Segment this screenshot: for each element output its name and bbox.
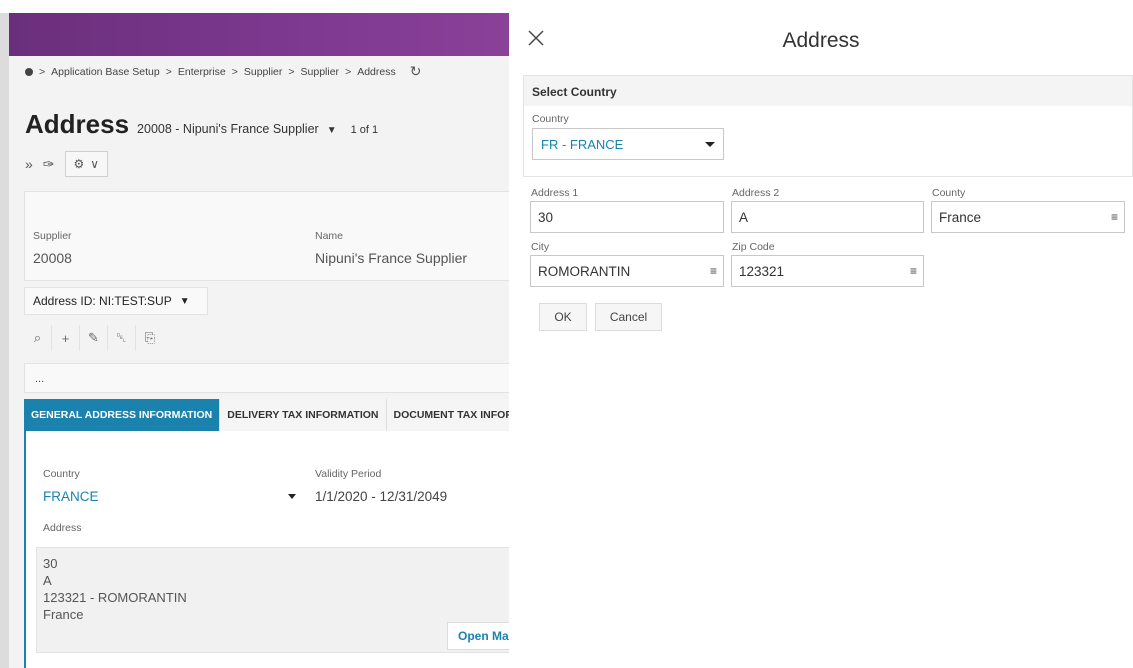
address-dialog: Address Select Country Country FR - FRAN…: [509, 13, 1133, 668]
country-label: Country: [43, 468, 80, 480]
zip-code-label: Zip Code: [732, 241, 775, 253]
breadcrumb-item[interactable]: Supplier: [244, 66, 283, 78]
county-label: County: [932, 187, 966, 199]
country-dropdown-value: FR - FRANCE: [541, 136, 624, 152]
home-icon[interactable]: [25, 67, 33, 76]
app-header-bar: [9, 13, 509, 56]
address-id-label: Address ID: NI:TEST:SUP: [33, 294, 172, 308]
tab-document-tax-information[interactable]: DOCUMENT TAX INFORMAT: [386, 399, 509, 431]
breadcrumb-item[interactable]: Enterprise: [178, 66, 226, 78]
add-icon[interactable]: +: [52, 325, 80, 351]
ok-button[interactable]: OK: [539, 303, 587, 331]
chevron-down-icon[interactable]: [288, 494, 296, 499]
address-line: France: [43, 607, 84, 622]
name-value: Nipuni's France Supplier: [315, 250, 468, 266]
chevron-down-icon: [705, 141, 715, 147]
lov-icon[interactable]: ≡: [1111, 210, 1118, 224]
left-edge-strip: [0, 13, 9, 668]
county-value: France: [939, 209, 982, 225]
country-label: Country: [532, 113, 569, 125]
address2-value: A: [739, 209, 749, 225]
delete-icon[interactable]: ␡: [108, 325, 136, 351]
tab-delivery-tax-information[interactable]: DELIVERY TAX INFORMATION: [220, 399, 387, 431]
select-country-header: Select Country: [524, 76, 1132, 106]
address-line: 123321 - ROMORANTIN: [43, 590, 187, 605]
address-id-selector[interactable]: Address ID: NI:TEST:SUP ▼: [24, 287, 208, 315]
breadcrumb-item[interactable]: Supplier: [301, 66, 340, 78]
tab-general-address-information[interactable]: GENERAL ADDRESS INFORMATION: [24, 399, 221, 431]
name-label: Name: [315, 230, 344, 242]
search-icon[interactable]: ⌕: [24, 325, 52, 351]
page-title-row: Address 20008 - Nipuni's France Supplier…: [25, 109, 378, 140]
validity-period-label: Validity Period: [315, 468, 382, 480]
refresh-icon[interactable]: ↻: [410, 63, 422, 80]
county-field[interactable]: France ≡: [931, 201, 1125, 233]
attachment-icon[interactable]: ✑: [43, 156, 55, 173]
more-bar[interactable]: ...: [24, 363, 509, 393]
actions-icon: ⚙: [73, 157, 85, 171]
lov-icon[interactable]: ≡: [910, 264, 917, 278]
address1-field[interactable]: 30: [530, 201, 724, 233]
supplier-label: Supplier: [33, 230, 72, 242]
tab-content: Country FRANCE Validity Period 1/1/2020 …: [24, 431, 509, 668]
breadcrumb-item[interactable]: Application Base Setup: [51, 66, 160, 78]
more-dots: ...: [35, 373, 45, 385]
breadcrumb: > Application Base Setup > Enterprise > …: [25, 63, 421, 80]
address-line: A: [43, 573, 52, 588]
expand-icon[interactable]: »: [25, 156, 33, 172]
zip-code-field[interactable]: 123321 ≡: [731, 255, 924, 287]
page-title: Address: [25, 109, 130, 139]
chevron-down-icon[interactable]: ▼: [327, 125, 337, 136]
cancel-button[interactable]: Cancel: [595, 303, 662, 331]
address1-label: Address 1: [531, 187, 579, 199]
chevron-down-icon: ▼: [179, 295, 190, 307]
address-lines: 30 A 123321 - ROMORANTIN France: [43, 555, 187, 623]
record-toolbar: ⌕ + ✎ ␡ ⎘: [24, 325, 164, 351]
address-label: Address: [43, 522, 82, 534]
tab-bar: GENERAL ADDRESS INFORMATION DELIVERY TAX…: [24, 399, 509, 431]
select-country-section: Select Country Country FR - FRANCE: [523, 75, 1133, 177]
open-map-button[interactable]: Open Map: [447, 622, 509, 650]
chevron-down-icon: ∨: [90, 157, 100, 171]
country-value[interactable]: FRANCE: [43, 489, 99, 504]
address-display: 30 A 123321 - ROMORANTIN France Open Map: [36, 547, 509, 653]
background-page: > Application Base Setup > Enterprise > …: [9, 13, 509, 668]
address2-label: Address 2: [732, 187, 780, 199]
zip-code-value: 123321: [739, 263, 785, 279]
record-count: 1 of 1: [350, 124, 379, 136]
duplicate-icon[interactable]: ⎘: [136, 325, 164, 351]
lov-icon[interactable]: ≡: [710, 264, 717, 278]
actions-menu-button[interactable]: ⚙ ∨: [64, 151, 109, 177]
supplier-value: 20008: [33, 250, 72, 266]
page-subtitle: 20008 - Nipuni's France Supplier: [137, 122, 319, 136]
supplier-card: Supplier 20008 Name Nipuni's France Supp…: [24, 191, 509, 281]
city-label: City: [531, 241, 550, 253]
address2-field[interactable]: A: [731, 201, 924, 233]
validity-period-value: 1/1/2020 - 12/31/2049: [315, 489, 448, 504]
breadcrumb-item: Address: [357, 65, 396, 78]
city-field[interactable]: ROMORANTIN ≡: [530, 255, 724, 287]
country-dropdown[interactable]: FR - FRANCE: [532, 128, 724, 160]
address1-value: 30: [538, 209, 554, 225]
page-toolbar: » ✑ ⚙ ∨: [25, 151, 109, 177]
city-value: ROMORANTIN: [538, 263, 631, 279]
edit-icon[interactable]: ✎: [80, 325, 108, 351]
address-line: 30: [43, 556, 58, 571]
dialog-title: Address: [782, 29, 860, 52]
